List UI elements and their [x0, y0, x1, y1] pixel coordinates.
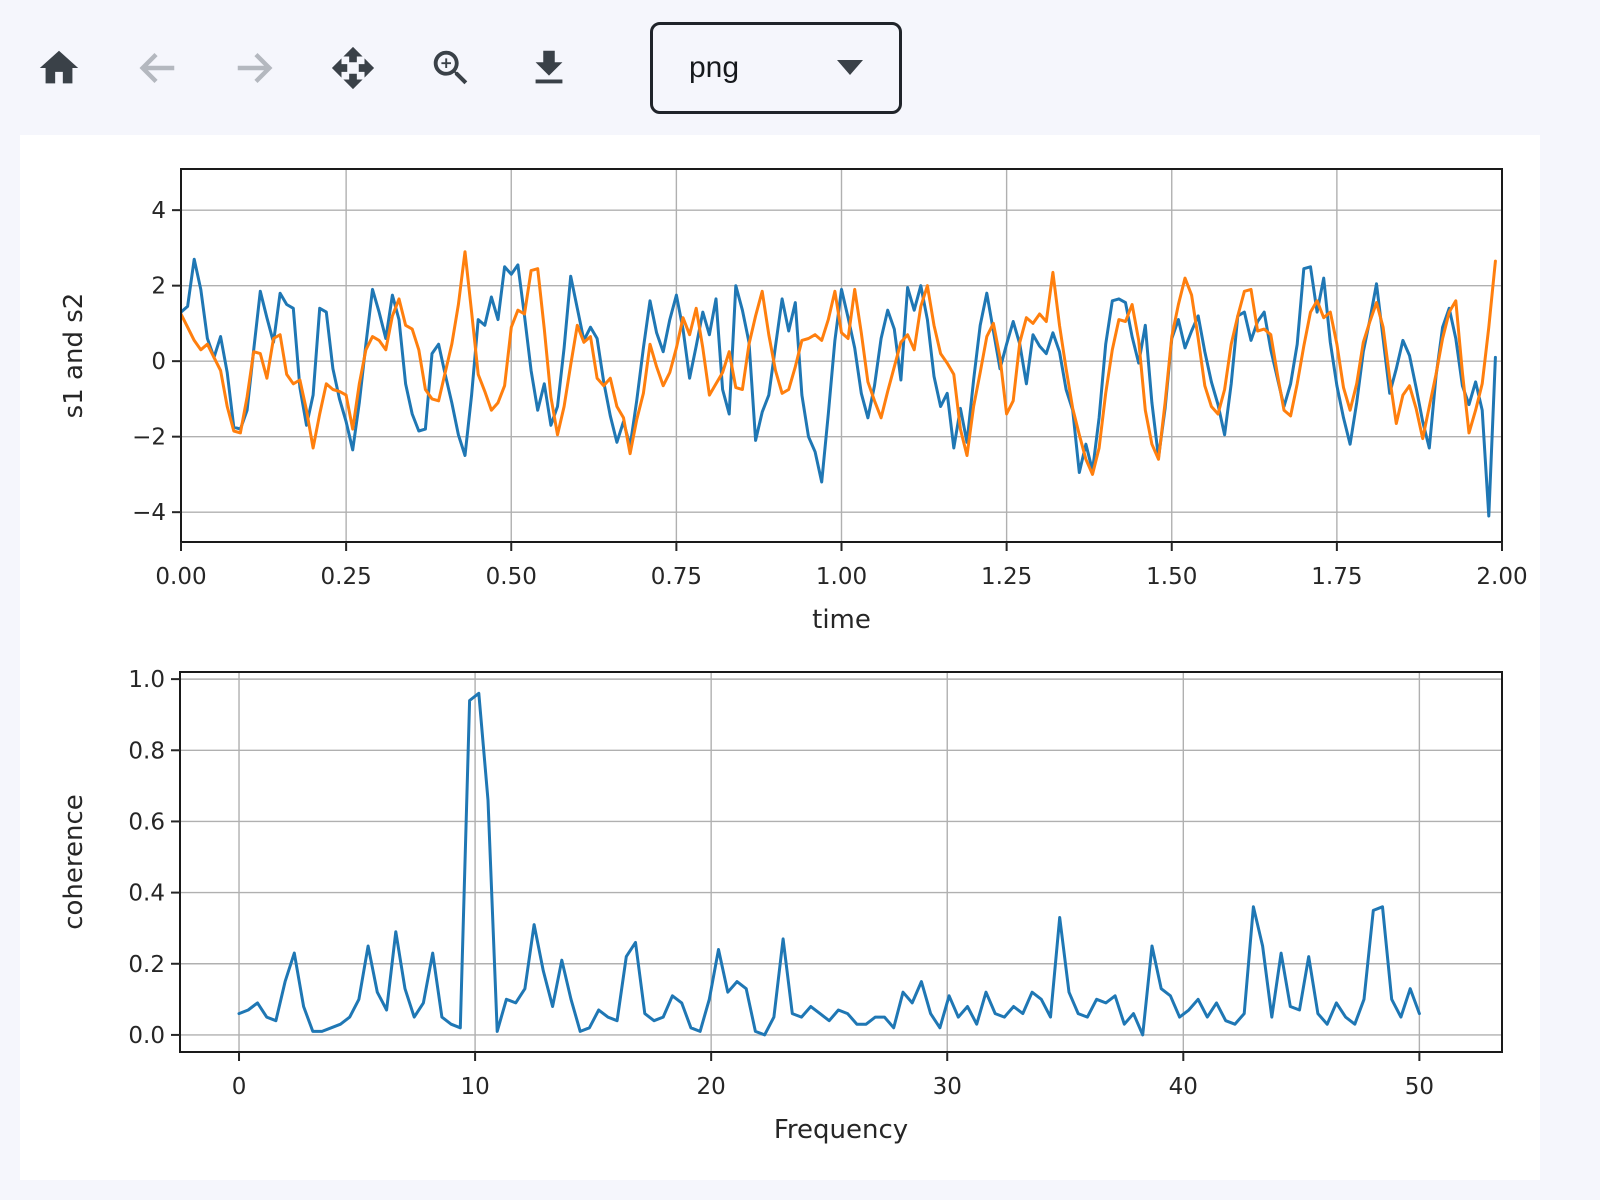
y-axis-label: s1 and s2 [59, 293, 89, 419]
download-icon [526, 79, 572, 94]
x-axis-label: time [812, 605, 871, 635]
x-tick-label: 50 [1405, 1074, 1434, 1100]
y-tick-label: −4 [132, 500, 166, 526]
forward-button[interactable] [232, 45, 278, 91]
x-tick-label: 0.25 [321, 564, 372, 590]
x-tick-label: 40 [1169, 1074, 1198, 1100]
y-tick-label: 2 [151, 274, 166, 300]
y-axis-label: coherence [59, 794, 89, 930]
move-icon [330, 79, 376, 94]
series-s1 [181, 259, 1495, 516]
x-tick-label: 1.25 [981, 564, 1032, 590]
x-tick-label: 1.75 [1311, 564, 1362, 590]
format-select-value: png [689, 51, 739, 85]
coherence-chart[interactable]: 0 10 20 30 40 50 0.0 0.2 0.4 0.6 0.8 1.0 Frequency co… [20, 655, 1540, 1180]
x-tick-label: 10 [460, 1074, 489, 1100]
zoom-button[interactable] [428, 45, 474, 91]
x-tick-label: 20 [697, 1074, 726, 1100]
y-tick-label: −2 [132, 425, 166, 451]
x-tick-label: 0.50 [486, 564, 537, 590]
x-axis-label: Frequency [774, 1115, 908, 1145]
y-tick-label: 0.4 [128, 881, 165, 907]
download-button[interactable] [526, 45, 572, 91]
y-tick-label: 0.6 [128, 809, 165, 835]
back-button[interactable] [134, 45, 180, 91]
y-tick-label: 0.8 [128, 738, 165, 764]
home-icon [36, 79, 82, 94]
chevron-down-icon [837, 60, 863, 75]
y-tick-label: 0.2 [128, 952, 165, 978]
y-tick-label: 4 [151, 198, 166, 224]
x-tick-label: 30 [933, 1074, 962, 1100]
x-tick-label: 0 [232, 1074, 247, 1100]
y-tick-label: 0 [151, 349, 166, 375]
x-tick-label: 0.00 [155, 564, 206, 590]
series-group [181, 252, 1495, 516]
plot-toolbar: png [0, 0, 1600, 135]
x-tick-label: 0.75 [651, 564, 702, 590]
arrow-right-icon [232, 79, 278, 94]
home-button[interactable] [36, 45, 82, 91]
arrow-left-icon [134, 79, 180, 94]
zoom-in-icon [428, 79, 474, 94]
y-tick-label: 0.0 [128, 1023, 165, 1049]
figure-canvas[interactable]: 0.000.250.500.751.001.251.501.752.00−4−2… [20, 135, 1540, 1180]
x-tick-label: 1.00 [816, 564, 867, 590]
series-coherence [239, 693, 1419, 1035]
signals-chart[interactable]: 0.00 0.25 0.50 0.75 1.00 1.25 1.50 1.75 2.00 −4 −2… [20, 135, 1540, 655]
x-tick-label: 2.00 [1476, 564, 1527, 590]
pan-button[interactable] [330, 45, 376, 91]
x-tick-label: 1.50 [1146, 564, 1197, 590]
y-tick-label: 1.0 [128, 667, 165, 693]
format-select[interactable]: png [650, 22, 902, 114]
series-group [239, 693, 1419, 1035]
